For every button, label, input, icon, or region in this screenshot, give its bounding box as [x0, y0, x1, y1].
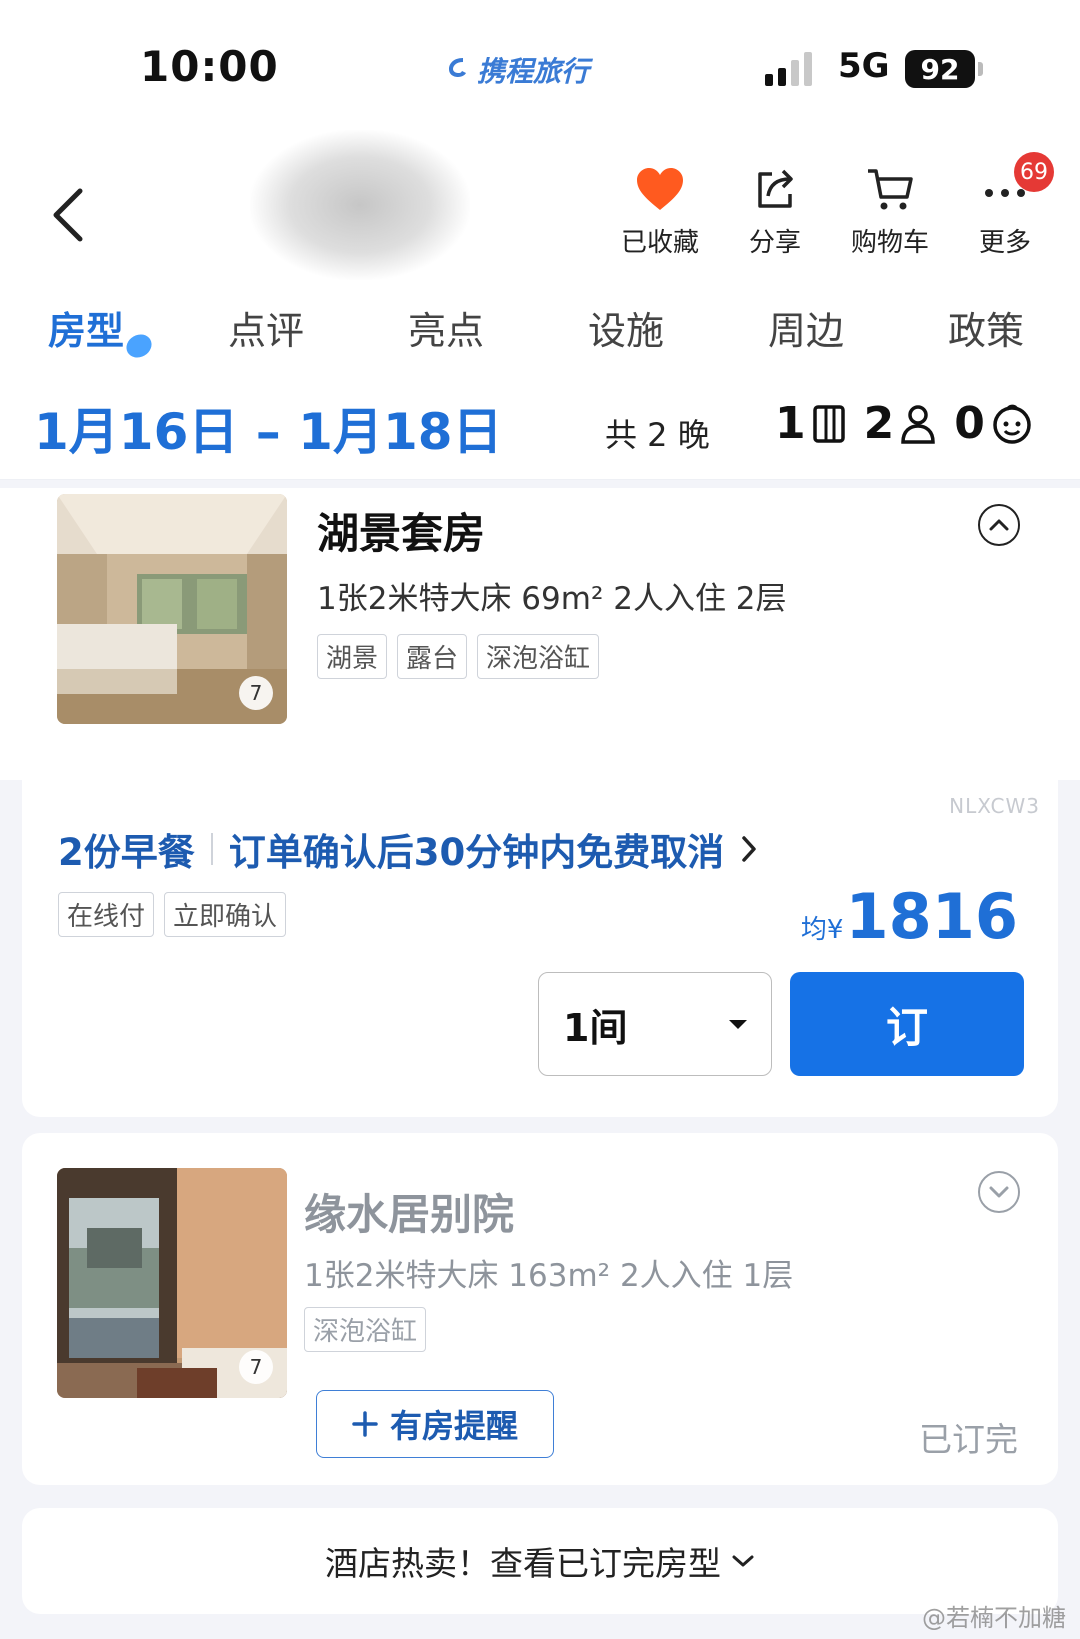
room-quantity-value: 1间 — [563, 1005, 628, 1050]
room-spec: 1张2米特大床 69m² 2人入住 2层 — [317, 581, 787, 617]
room-spec: 1张2米特大床 163m² 2人入住 1层 — [304, 1258, 794, 1294]
tag-bathtub: 深泡浴缸 — [304, 1307, 427, 1352]
share-icon — [758, 169, 793, 208]
share-label: 分享 — [748, 228, 801, 258]
divider — [210, 833, 213, 865]
battery-icon: 92 — [905, 50, 983, 88]
room-tags: 深泡浴缸 — [304, 1307, 427, 1352]
watermark: @若楠不加糖 — [922, 1604, 1066, 1632]
room-door-icon — [812, 404, 845, 443]
room-name: 湖景套房 — [317, 509, 486, 558]
room-tags: 湖景 露台 深泡浴缸 — [317, 634, 600, 679]
hotel-name-redacted — [250, 130, 470, 280]
rate-plan-card[interactable]: NLXCW3 2份早餐 订单确认后30分钟内免费取消 在线付 立即确认 均¥ 1… — [22, 780, 1058, 1117]
tab-highlights[interactable]: 亮点 — [408, 300, 484, 355]
heart-icon — [637, 168, 683, 210]
chevron-left-icon — [53, 188, 83, 242]
tag-online-pay: 在线付 — [58, 892, 155, 937]
adult-count: 2 — [863, 398, 895, 449]
price-prefix: 均¥ — [800, 915, 844, 945]
battery-level: 92 — [920, 52, 960, 86]
stay-dates[interactable]: 1月16日 – 1月18日 — [34, 392, 503, 464]
ctrip-logo-icon — [445, 54, 471, 87]
notification-badge: 69 — [1014, 152, 1054, 192]
cart-icon — [868, 169, 913, 210]
room-card-lake-suite[interactable]: 7 湖景套房 1张2米特大床 69m² 2人入住 2层 湖景 露台 深泡浴缸 — [0, 488, 1080, 780]
tab-facilities[interactable]: 设施 — [588, 300, 664, 355]
date-guest-bar[interactable]: 1月16日 – 1月18日 共 2 晚 1 2 0 — [0, 380, 1080, 480]
collapse-button[interactable] — [978, 504, 1020, 546]
section-tabs: 房型 点评 亮点 设施 周边 政策 — [0, 290, 1080, 380]
room-photo[interactable]: 7 — [57, 1168, 287, 1398]
availability-alert-label: 有房提醒 — [389, 1407, 518, 1445]
hotel-header: 已收藏 分享 购物车 更多 — [0, 120, 1080, 290]
availability-alert-button[interactable]: 有房提醒 — [316, 1390, 554, 1458]
room-photo[interactable]: 7 — [57, 494, 287, 724]
expand-button[interactable] — [978, 1171, 1020, 1213]
photo-count: 7 — [239, 1350, 273, 1384]
tab-reviews[interactable]: 点评 — [228, 300, 304, 355]
tag-bathtub: 深泡浴缸 — [477, 634, 600, 679]
rate-plan-summary[interactable]: 2份早餐 订单确认后30分钟内免费取消 — [58, 822, 758, 876]
favorite-label: 已收藏 — [620, 228, 699, 258]
carrier-label: 携程旅行 — [445, 50, 589, 90]
plus-icon — [352, 1411, 378, 1437]
cart-button[interactable]: 购物车 — [835, 160, 945, 259]
nights-count: 共 2 晚 — [605, 416, 710, 454]
status-time: 10:00 — [140, 42, 279, 91]
photo-count: 7 — [239, 676, 273, 710]
tag-terrace: 露台 — [397, 634, 468, 679]
tab-nearby[interactable]: 周边 — [768, 300, 844, 355]
guest-selector[interactable]: 1 2 0 — [775, 398, 1045, 449]
sold-out-label: 已订完 — [919, 1420, 1018, 1459]
show-sold-out-label: 酒店热卖！查看已订完房型 — [325, 1544, 721, 1583]
share-button[interactable]: 分享 — [720, 160, 830, 259]
favorite-button[interactable]: 已收藏 — [605, 160, 715, 259]
signal-icon — [765, 52, 812, 86]
cancel-policy: 订单确认后30分钟内免费取消 — [228, 831, 725, 874]
chevron-right-icon — [742, 836, 756, 862]
carrier-text: 携程旅行 — [477, 55, 590, 88]
price: 均¥ 1816 — [801, 880, 1018, 953]
network-label: 5G — [838, 46, 890, 86]
more-label: 更多 — [978, 228, 1031, 258]
child-count: 0 — [954, 398, 985, 449]
payment-tags: 在线付 立即确认 — [58, 892, 287, 937]
show-sold-out-rooms[interactable]: 酒店热卖！查看已订完房型 — [22, 1508, 1058, 1614]
room-card-villa[interactable]: 7 缘水居别院 1张2米特大床 163m² 2人入住 1层 深泡浴缸 有房提醒 … — [22, 1133, 1058, 1485]
tag-instant-confirm: 立即确认 — [164, 892, 287, 937]
back-button[interactable] — [48, 185, 98, 245]
chevron-down-icon — [989, 1186, 1009, 1198]
cart-label: 购物车 — [850, 228, 929, 258]
book-button[interactable]: 订 — [790, 972, 1024, 1076]
rate-code: NLXCW3 — [949, 794, 1040, 818]
tab-room-type[interactable]: 房型 — [48, 300, 124, 355]
status-bar: 10:00 携程旅行 5G 92 — [0, 0, 1080, 120]
tab-policy[interactable]: 政策 — [948, 300, 1024, 355]
price-value: 1816 — [845, 880, 1018, 953]
room-count: 1 — [775, 398, 806, 449]
person-icon — [901, 404, 936, 444]
tag-lake-view: 湖景 — [317, 634, 388, 679]
breakfast-info: 2份早餐 — [58, 831, 195, 874]
room-quantity-select[interactable]: 1间 — [538, 972, 772, 1076]
dropdown-caret-icon — [729, 1020, 747, 1029]
child-face-icon — [993, 404, 1031, 444]
chevron-down-icon — [732, 1555, 754, 1567]
chevron-up-icon — [989, 519, 1009, 531]
room-name: 缘水居别院 — [304, 1190, 515, 1239]
